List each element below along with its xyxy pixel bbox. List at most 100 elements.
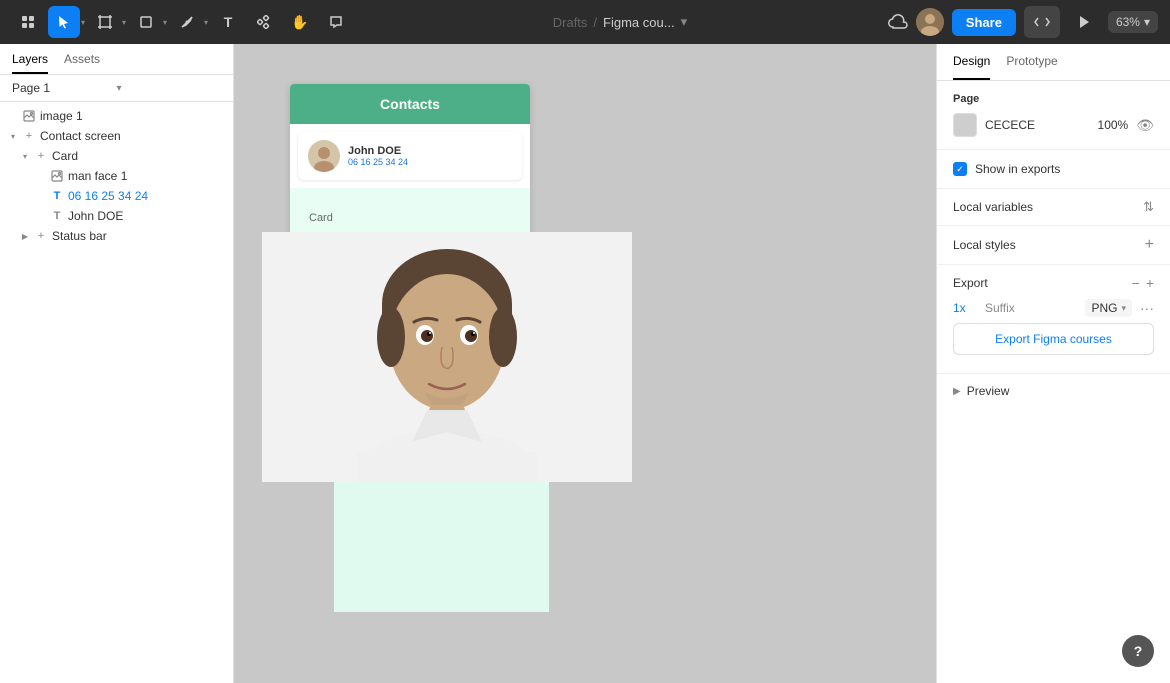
layer-expand-image1[interactable] xyxy=(8,111,18,121)
layer-label-john-doe: John DOE xyxy=(68,209,123,223)
layer-label-contact-screen: Contact screen xyxy=(40,129,121,143)
local-variables-actions: ⇅ xyxy=(1143,199,1154,215)
layer-expand-man-face[interactable] xyxy=(36,171,46,181)
code-view-button[interactable] xyxy=(1024,6,1060,38)
left-panel: Layers Assets Page 1 ▾ image 1 ▾ + xyxy=(0,44,234,683)
tool-comment[interactable] xyxy=(320,6,352,38)
local-styles-section[interactable]: Local styles + xyxy=(937,225,1170,264)
layer-item-status-bar[interactable]: ▶ + Status bar xyxy=(0,226,233,246)
tool-select[interactable] xyxy=(48,6,80,38)
local-styles-add-icon[interactable]: + xyxy=(1145,236,1154,254)
layer-icon-man-face xyxy=(50,169,64,183)
file-title: Figma cou... xyxy=(603,15,675,30)
play-button[interactable] xyxy=(1068,6,1100,38)
contact-info: John DOE 06 16 25 34 24 xyxy=(348,145,512,167)
layer-icon-card: + xyxy=(34,149,48,163)
toolbar-tools-left: ▾ ▾ ▾ ▾ T ✋ xyxy=(12,6,352,38)
layer-icon-contact-screen: + xyxy=(22,129,36,143)
layer-icon-status-bar: + xyxy=(34,229,48,243)
title-slash: Drafts xyxy=(553,15,588,30)
tool-select-group[interactable]: ▾ xyxy=(48,6,85,38)
checkbox-check-icon: ✓ xyxy=(956,164,964,175)
page-color-swatch[interactable] xyxy=(953,113,977,137)
tool-select-arrow[interactable]: ▾ xyxy=(81,18,85,27)
tab-design[interactable]: Design xyxy=(953,44,990,80)
visibility-toggle[interactable]: 👁 xyxy=(1136,117,1154,134)
export-format-arrow: ▾ xyxy=(1121,303,1126,314)
zoom-level: 63% xyxy=(1116,15,1140,29)
help-button[interactable]: ? xyxy=(1122,635,1154,667)
export-more-button[interactable]: ··· xyxy=(1140,300,1154,316)
tool-frame-group[interactable]: ▾ xyxy=(89,6,126,38)
tool-shape-group[interactable]: ▾ xyxy=(130,6,167,38)
layer-expand-status-bar[interactable]: ▶ xyxy=(20,231,30,241)
layer-item-john-doe[interactable]: T John DOE xyxy=(0,206,233,226)
contact-name: John DOE xyxy=(348,145,512,157)
export-remove-button[interactable]: − xyxy=(1132,275,1140,291)
layer-label-phone: 06 16 25 34 24 xyxy=(68,189,148,203)
tool-menu[interactable] xyxy=(12,6,44,38)
tab-assets[interactable]: Assets xyxy=(64,52,100,74)
preview-text: Preview xyxy=(967,384,1010,398)
page-selector[interactable]: Page 1 ▾ xyxy=(0,75,233,102)
right-panel: Design Prototype Page CECECE 100% 👁 ✓ Sh… xyxy=(936,44,1170,683)
tool-shape[interactable] xyxy=(130,6,162,38)
preview-section[interactable]: ▶ Preview xyxy=(937,374,1170,408)
export-scale[interactable]: 1x xyxy=(953,301,977,315)
local-variables-section[interactable]: Local variables ⇅ xyxy=(937,189,1170,225)
local-variables-sort-icon[interactable]: ⇅ xyxy=(1143,199,1154,215)
layer-item-man-face[interactable]: man face 1 xyxy=(0,166,233,186)
layer-label-image1: image 1 xyxy=(40,109,83,123)
tool-frame[interactable] xyxy=(89,6,121,38)
layer-item-card[interactable]: ▾ + Card xyxy=(0,146,233,166)
tool-frame-arrow[interactable]: ▾ xyxy=(122,18,126,27)
tool-pen[interactable] xyxy=(171,6,203,38)
preview-arrow-icon: ▶ xyxy=(953,386,961,397)
tool-shape-arrow[interactable]: ▾ xyxy=(163,18,167,27)
page-section: Page CECECE 100% 👁 xyxy=(937,81,1170,150)
layer-expand-phone[interactable] xyxy=(36,191,46,201)
layer-item-image1[interactable]: image 1 xyxy=(0,106,233,126)
avatar-image xyxy=(916,8,944,36)
contact-card[interactable]: John DOE 06 16 25 34 24 xyxy=(298,132,522,180)
export-add-button[interactable]: + xyxy=(1146,275,1154,291)
avatar[interactable] xyxy=(916,8,944,36)
export-format-selector[interactable]: PNG ▾ xyxy=(1085,299,1132,317)
tool-pen-group[interactable]: ▾ xyxy=(171,6,208,38)
page-color-row: CECECE 100% 👁 xyxy=(953,113,1154,137)
tool-component[interactable] xyxy=(248,6,280,38)
export-figma-button[interactable]: Export Figma courses xyxy=(953,323,1154,355)
local-styles-actions: + xyxy=(1145,236,1154,254)
page-name: Page 1 xyxy=(12,81,117,95)
local-variables-title: Local variables xyxy=(953,200,1033,214)
contact-avatar xyxy=(308,140,340,172)
layer-icon-image1 xyxy=(22,109,36,123)
layer-expand-card[interactable]: ▾ xyxy=(20,151,30,161)
export-row: 1x Suffix PNG ▾ ··· xyxy=(953,299,1154,317)
tool-text[interactable]: T xyxy=(212,6,244,38)
share-button[interactable]: Share xyxy=(952,9,1016,36)
layer-label-card: Card xyxy=(52,149,78,163)
zoom-control[interactable]: 63% ▾ xyxy=(1108,11,1158,33)
layer-expand-contact-screen[interactable]: ▾ xyxy=(8,131,18,141)
tab-prototype[interactable]: Prototype xyxy=(1006,44,1057,80)
page-section-title: Page xyxy=(953,93,1154,105)
layer-label-man-face: man face 1 xyxy=(68,169,127,183)
export-header: Export − + xyxy=(953,275,1154,291)
local-styles-title: Local styles xyxy=(953,238,1016,252)
tool-hand[interactable]: ✋ xyxy=(284,6,316,38)
title-area: Drafts / Figma cou... ▾ xyxy=(360,14,880,30)
tool-pen-arrow[interactable]: ▾ xyxy=(204,18,208,27)
title-dropdown-arrow[interactable]: ▾ xyxy=(681,14,688,30)
layer-item-phone[interactable]: T 06 16 25 34 24 xyxy=(0,186,233,206)
layer-item-contact-screen[interactable]: ▾ + Contact screen xyxy=(0,126,233,146)
layer-expand-john-doe[interactable] xyxy=(36,211,46,221)
tab-layers[interactable]: Layers xyxy=(12,52,48,74)
show-exports-checkbox[interactable]: ✓ xyxy=(953,162,967,176)
canvas[interactable]: Contact screen Contacts John DOE 06 16 2… xyxy=(234,44,936,683)
breadcrumb-slash: / xyxy=(593,15,597,30)
preview-label: ▶ Preview xyxy=(953,384,1009,398)
contact-phone: 06 16 25 34 24 xyxy=(348,157,512,167)
export-suffix: Suffix xyxy=(985,301,1077,315)
right-panel-tabs: Design Prototype xyxy=(937,44,1170,81)
